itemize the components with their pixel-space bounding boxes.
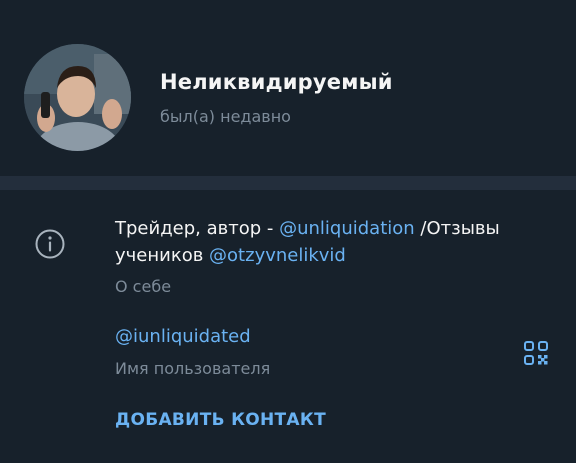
bio-link-otzyvnelikvid[interactable]: @otzyvnelikvid <box>209 245 346 266</box>
qr-code-icon[interactable] <box>523 340 549 366</box>
avatar-image <box>24 44 131 151</box>
bio-link-unliquidation[interactable]: @unliquidation <box>279 218 415 239</box>
profile-status: был(а) недавно <box>160 107 291 126</box>
profile-info-section: Трейдер, автор - @unliquidation /Отзывы … <box>0 190 576 463</box>
bio-text-part: Трейдер, автор - <box>115 218 280 239</box>
username-caption: Имя пользователя <box>115 359 271 378</box>
username-link[interactable]: @iunliquidated <box>115 326 251 347</box>
bio-caption: О себе <box>115 277 172 296</box>
info-icon <box>34 228 66 260</box>
profile-name: Неликвидируемый <box>160 70 393 94</box>
avatar[interactable] <box>24 44 131 151</box>
profile-header: Неликвидируемый был(а) недавно <box>0 0 576 176</box>
bio-text: Трейдер, автор - @unliquidation /Отзывы … <box>115 215 535 269</box>
section-divider <box>0 176 576 190</box>
add-contact-button[interactable]: ДОБАВИТЬ КОНТАКТ <box>115 410 326 430</box>
